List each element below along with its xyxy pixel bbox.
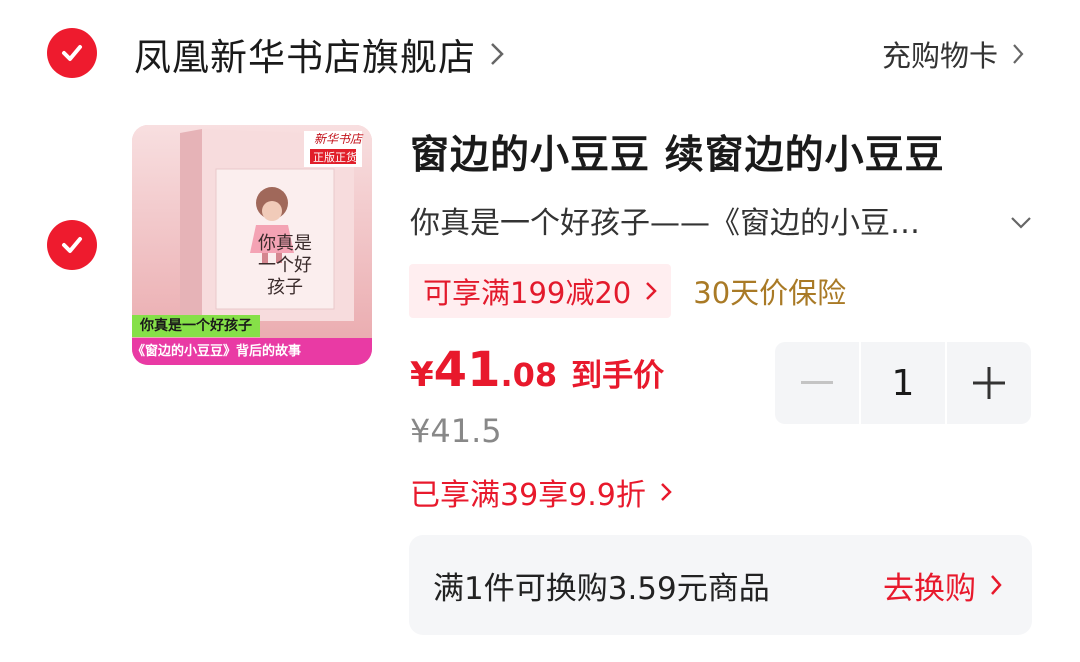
exchange-button-label: 去换购 bbox=[883, 570, 976, 607]
chevron-right-icon bbox=[1012, 43, 1024, 65]
cover-title: 你真是一个好孩子 bbox=[258, 233, 312, 298]
exchange-offer-bar: 满1件可换购3.59元商品 去换购 bbox=[409, 535, 1032, 635]
price-protection-label: 30天价保险 bbox=[693, 276, 847, 310]
shop-name-link[interactable]: 凤凰新华书店旗舰店 bbox=[134, 28, 504, 80]
chevron-right-icon bbox=[645, 281, 658, 301]
increase-quantity-button[interactable] bbox=[947, 342, 1031, 424]
chevron-right-icon bbox=[490, 42, 504, 66]
chevron-right-icon bbox=[990, 574, 1002, 596]
cover-banner-green: 你真是一个好孩子 bbox=[132, 315, 260, 337]
final-price-label: 到手价 bbox=[571, 358, 665, 394]
product-title[interactable]: 窗边的小豆豆 续窗边的小豆豆 bbox=[410, 124, 945, 180]
promo-label: 可享满199减20 bbox=[423, 276, 632, 310]
shop-name: 凤凰新华书店旗舰店 bbox=[134, 36, 476, 79]
check-icon bbox=[62, 237, 82, 253]
promo-row: 可享满199减20 30天价保险 bbox=[409, 264, 846, 318]
exchange-offer-text: 满1件可换购3.59元商品 bbox=[433, 570, 770, 607]
price-decimal: .08 bbox=[500, 356, 558, 394]
product-thumbnail[interactable]: 新华书店 正版正货 你真是一个好孩子 你真是一个好孩子 《窗边的小豆豆》背后的故… bbox=[132, 125, 372, 365]
exchange-button[interactable]: 去换购 bbox=[883, 563, 1002, 608]
original-price: ¥41.5 bbox=[410, 412, 502, 450]
price-symbol: ¥ bbox=[410, 355, 434, 395]
product-spec-selector[interactable]: 你真是一个好孩子——《窗边的小豆… bbox=[410, 198, 1032, 242]
promo-tag[interactable]: 可享满199减20 bbox=[409, 264, 672, 318]
shopping-card-label: 充购物卡 bbox=[881, 39, 998, 73]
shop-select-checkbox[interactable] bbox=[47, 28, 97, 78]
discount-label: 已享满39享9.9折 bbox=[410, 478, 646, 513]
price-integer: 41 bbox=[433, 342, 501, 398]
brand-badge: 新华书店 bbox=[314, 132, 363, 146]
product-spec-text: 你真是一个好孩子——《窗边的小豆… bbox=[410, 206, 920, 241]
final-price: ¥ 41 .08 到手价 bbox=[410, 342, 664, 398]
cover-banner-pink: 《窗边的小豆豆》背后的故事 bbox=[132, 338, 372, 365]
check-icon bbox=[62, 45, 82, 61]
quantity-stepper: 1 bbox=[775, 342, 1031, 424]
quantity-input[interactable]: 1 bbox=[861, 342, 945, 424]
authentic-badge: 正版正货 bbox=[313, 151, 357, 164]
chevron-right-icon bbox=[660, 482, 672, 502]
decrease-quantity-button[interactable] bbox=[775, 342, 859, 424]
chevron-down-icon bbox=[1010, 203, 1032, 238]
discount-info-link[interactable]: 已享满39享9.9折 bbox=[410, 470, 672, 514]
item-select-checkbox[interactable] bbox=[47, 220, 97, 270]
minus-icon bbox=[801, 381, 833, 384]
shopping-card-link[interactable]: 充购物卡 bbox=[882, 34, 1024, 74]
plus-icon bbox=[973, 367, 1005, 399]
